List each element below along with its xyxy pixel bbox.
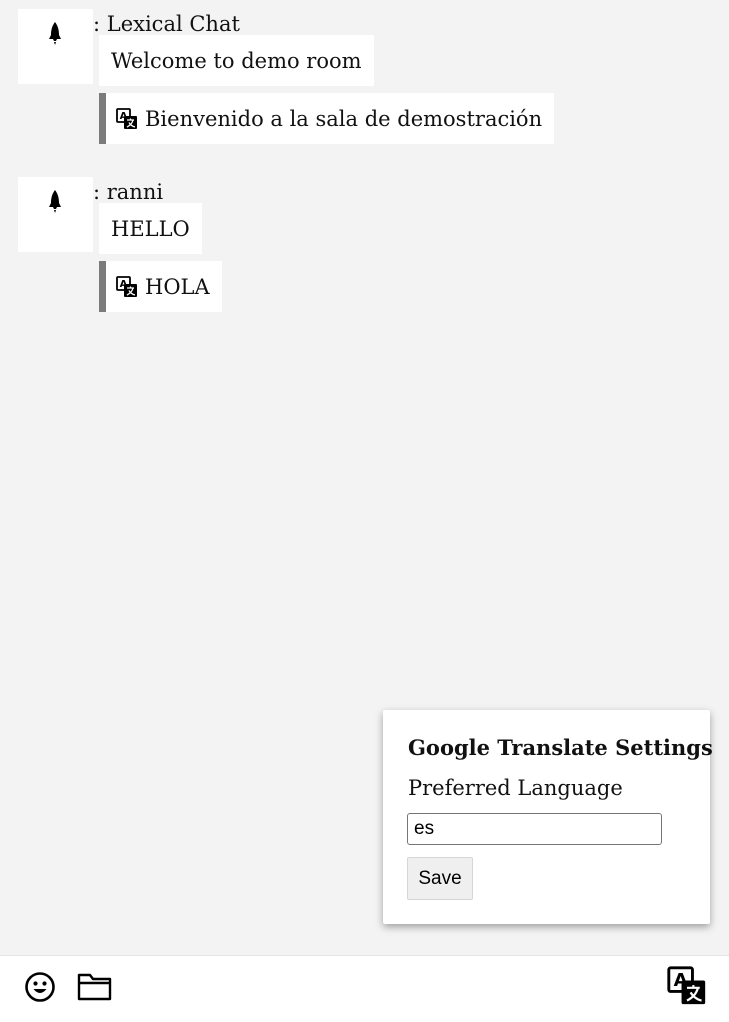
attach-file-button[interactable] (77, 972, 113, 1002)
emoji-icon (25, 972, 55, 1002)
preferred-language-input[interactable] (407, 813, 662, 845)
emoji-button[interactable] (24, 971, 56, 1003)
translated-message: A Bienvenido a la sala de demostración (99, 93, 555, 144)
translate-settings-button[interactable]: A (667, 966, 707, 1006)
message-text: Welcome to demo room (99, 35, 374, 86)
translated-message: A HOLA (99, 261, 222, 312)
translate-settings-panel: Google Translate Settings Preferred Lang… (383, 710, 713, 924)
rocket-icon (49, 22, 61, 45)
avatar (18, 9, 93, 84)
sender-name: : ranni (93, 180, 164, 204)
preferred-language-label: Preferred Language (408, 776, 623, 800)
translate-icon: A (116, 107, 138, 130)
avatar (18, 177, 93, 252)
folder-icon (77, 973, 112, 1001)
settings-title: Google Translate Settings (408, 735, 713, 760)
message-text: HELLO (99, 203, 202, 254)
translate-icon: A (116, 275, 138, 298)
translate-icon: A (667, 966, 706, 1005)
translation-text: HOLA (145, 274, 210, 299)
translation-text: Bienvenido a la sala de demostración (145, 106, 543, 131)
chat-toolbar: A (0, 955, 729, 1022)
save-button[interactable]: Save (407, 857, 473, 900)
rocket-icon (49, 190, 61, 213)
sender-name: : Lexical Chat (93, 12, 240, 36)
